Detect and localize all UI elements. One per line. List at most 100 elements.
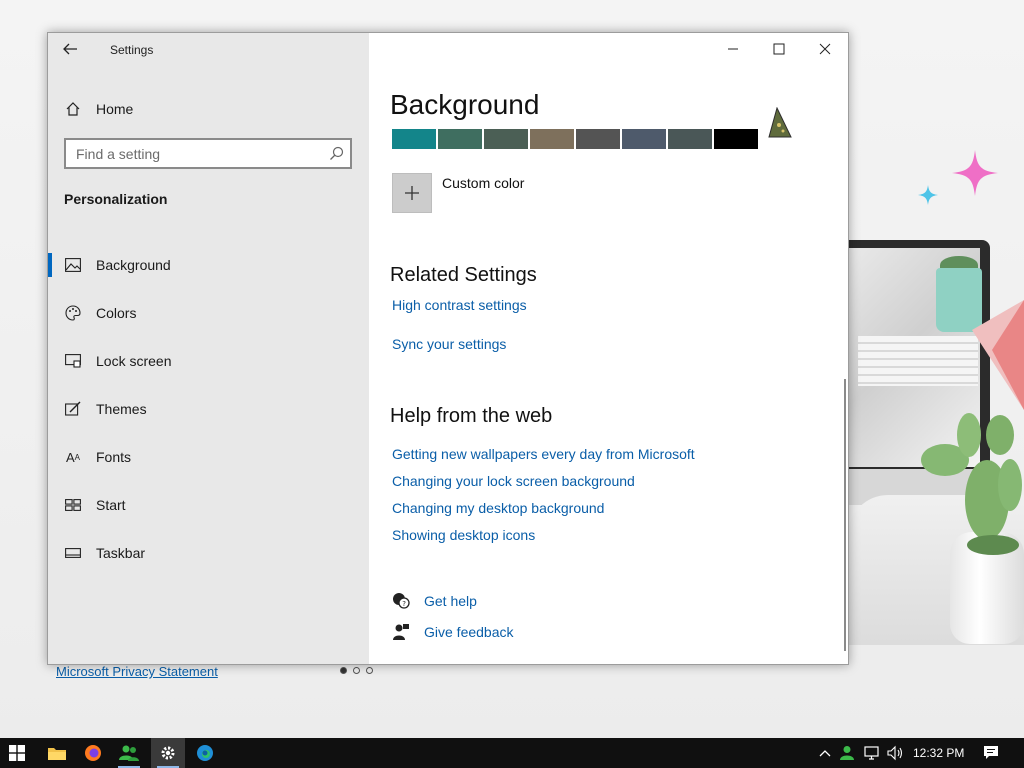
get-help-link[interactable]: Get help	[424, 593, 477, 609]
give-feedback-link[interactable]: Give feedback	[424, 624, 514, 640]
close-button[interactable]	[802, 33, 848, 65]
sidebar-item-label: Start	[96, 497, 126, 513]
carousel-dots	[340, 667, 373, 674]
sidebar-item-label: Fonts	[96, 449, 132, 465]
help-link-desktop-background[interactable]: Changing my desktop background	[392, 500, 604, 516]
edge-button[interactable]	[188, 738, 222, 768]
sidebar-item-themes[interactable]: Themes	[48, 385, 369, 433]
sidebar-nav: Background Colors Lock screen Themes A A…	[48, 241, 369, 577]
users-app-button[interactable]	[112, 738, 146, 768]
scrollbar[interactable]	[844, 379, 846, 651]
custom-color-button[interactable]	[392, 173, 432, 213]
sparkle-small-icon	[918, 185, 938, 205]
window-controls	[710, 33, 848, 65]
back-button[interactable]	[62, 41, 84, 59]
lock-screen-icon	[64, 352, 82, 370]
title-bar: Settings	[48, 33, 369, 67]
cursor-icon	[768, 107, 792, 138]
firefox-button[interactable]	[76, 738, 110, 768]
picture-icon	[64, 256, 82, 274]
chevron-up-icon	[819, 750, 831, 757]
paper-plane-decoration	[972, 300, 1024, 410]
fonts-icon: AA	[65, 449, 80, 465]
help-link-wallpapers[interactable]: Getting new wallpapers every day from Mi…	[392, 446, 695, 462]
sidebar-item-fonts[interactable]: AA Fonts	[48, 433, 369, 481]
get-help-row[interactable]: ? Get help	[392, 592, 477, 610]
sparkle-icon	[952, 150, 998, 196]
sidebar-item-lock-screen[interactable]: Lock screen	[48, 337, 369, 385]
color-swatch[interactable]	[392, 129, 436, 149]
network-icon[interactable]	[864, 744, 882, 762]
page-title: Background	[390, 89, 540, 120]
volume-icon[interactable]	[887, 744, 905, 762]
svg-text:?: ?	[402, 600, 406, 608]
feedback-icon	[392, 623, 410, 641]
sidebar-item-home[interactable]: Home	[64, 97, 133, 121]
sidebar-item-label: Lock screen	[96, 353, 172, 369]
color-swatch[interactable]	[484, 129, 528, 149]
color-swatch[interactable]	[530, 129, 574, 149]
sidebar-item-start[interactable]: Start	[48, 481, 369, 529]
privacy-statement-link[interactable]: Microsoft Privacy Statement	[56, 664, 218, 679]
start-icon	[64, 496, 82, 514]
accent-color-swatches	[392, 129, 758, 149]
tray-users-icon[interactable]	[840, 744, 858, 762]
sidebar-item-label: Colors	[96, 305, 137, 321]
gear-icon	[161, 746, 175, 760]
minimize-icon	[728, 48, 738, 50]
main-content: Background Custom color Related Settings…	[369, 33, 848, 664]
sidebar-item-colors[interactable]: Colors	[48, 289, 369, 337]
taskbar-clock[interactable]: 12:32 PM	[913, 746, 964, 760]
sync-settings-link[interactable]: Sync your settings	[392, 336, 506, 352]
edge-icon	[197, 745, 213, 761]
carousel-dot[interactable]	[340, 667, 347, 674]
color-swatch[interactable]	[714, 129, 758, 149]
help-heading: Help from the web	[390, 405, 553, 427]
sidebar: Settings Home Personalization Background	[48, 33, 369, 664]
custom-color: Custom color	[392, 173, 524, 213]
color-swatch[interactable]	[668, 129, 712, 149]
folder-icon	[48, 748, 66, 760]
notifications-icon	[984, 746, 998, 759]
help-link-lock-screen[interactable]: Changing your lock screen background	[392, 473, 635, 489]
themes-icon	[64, 400, 82, 418]
users-icon	[119, 745, 139, 761]
settings-app-button[interactable]	[151, 738, 185, 768]
search-input[interactable]	[66, 140, 326, 167]
high-contrast-link[interactable]: High contrast settings	[392, 297, 527, 313]
cactus-decoration	[921, 413, 1022, 555]
windows-logo-icon	[9, 745, 25, 761]
give-feedback-row[interactable]: Give feedback	[392, 623, 514, 641]
show-hidden-icons-button[interactable]	[816, 744, 834, 762]
taskbar-icon	[64, 544, 82, 562]
color-swatch[interactable]	[576, 129, 620, 149]
sidebar-item-background[interactable]: Background	[48, 241, 369, 289]
sidebar-item-label: Themes	[96, 401, 147, 417]
action-center-button[interactable]	[982, 744, 1000, 762]
home-icon	[64, 100, 82, 118]
color-swatch[interactable]	[622, 129, 666, 149]
back-arrow-icon	[63, 43, 77, 55]
maximize-button[interactable]	[756, 33, 802, 65]
start-button[interactable]	[0, 738, 34, 768]
section-title: Personalization	[64, 191, 168, 207]
sidebar-item-label: Taskbar	[96, 545, 146, 561]
sidebar-item-label: Background	[96, 257, 171, 273]
color-swatch[interactable]	[438, 129, 482, 149]
wallpaper-books	[858, 336, 978, 386]
get-help-icon: ?	[392, 592, 410, 610]
minimize-button[interactable]	[710, 33, 756, 65]
help-link-desktop-icons[interactable]: Showing desktop icons	[392, 527, 535, 543]
carousel-dot[interactable]	[353, 667, 360, 674]
sidebar-item-taskbar[interactable]: Taskbar	[48, 529, 369, 577]
related-settings-heading: Related Settings	[390, 264, 537, 286]
file-explorer-button[interactable]	[40, 738, 74, 768]
settings-window: Settings Home Personalization Background	[47, 32, 849, 665]
carousel-dot[interactable]	[366, 667, 373, 674]
search-box	[64, 138, 352, 169]
home-label: Home	[96, 101, 134, 117]
app-title: Settings	[110, 43, 154, 57]
custom-color-label: Custom color	[442, 175, 525, 191]
plus-icon	[405, 186, 419, 200]
search-icon[interactable]	[329, 146, 344, 161]
